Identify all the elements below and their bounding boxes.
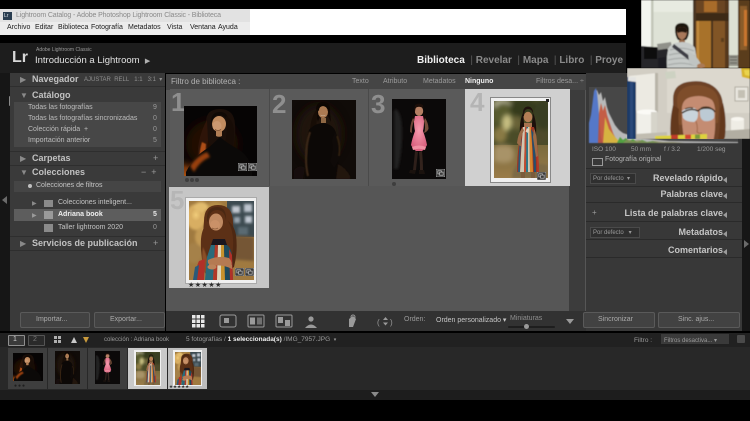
svg-text:): ) [390,318,393,327]
svg-text:(: ( [377,318,380,327]
